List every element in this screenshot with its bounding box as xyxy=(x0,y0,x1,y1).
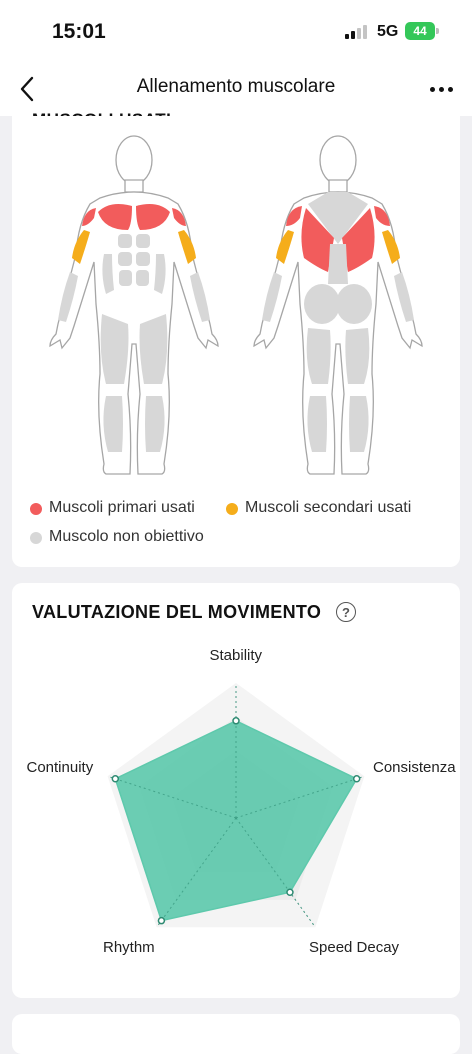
front-body-figure xyxy=(49,135,219,475)
radar-chart xyxy=(107,683,365,928)
legend-inactive-dot xyxy=(30,532,42,544)
radar-axis-label: Rhythm xyxy=(103,939,155,956)
radar-data-point xyxy=(111,775,120,783)
radar-data-point xyxy=(232,717,240,725)
radar-axis-label: Consistenza xyxy=(373,759,456,776)
radar-data-point xyxy=(352,775,361,783)
battery-tip xyxy=(436,28,439,34)
page-title: Allenamento muscolare xyxy=(136,76,336,97)
next-card xyxy=(12,1014,460,1054)
network-type: 5G xyxy=(377,23,399,40)
muscles-card: MUSCOLI USATI xyxy=(12,104,460,567)
back-body-figure xyxy=(253,135,423,475)
scroll-overlay xyxy=(12,116,460,126)
radar-axis-label: Continuity xyxy=(26,759,94,776)
legend-secondary-dot xyxy=(226,503,238,515)
radar-axis-label: Speed Decay xyxy=(309,939,400,956)
status-bar: 15:01 5G 44 xyxy=(0,0,472,62)
legend-primary-label: Muscoli primari usati xyxy=(49,499,195,516)
radar-axis-label: Stability xyxy=(209,647,263,664)
more-horizontal-icon xyxy=(430,87,435,92)
battery-level: 44 xyxy=(413,24,427,38)
radar-data-point xyxy=(157,916,166,925)
body-muscle-map xyxy=(49,135,423,475)
radar-data-point xyxy=(286,888,294,897)
legend-inactive-label: Muscolo non obiettivo xyxy=(49,528,204,545)
legend-secondary-label: Muscoli secondari usati xyxy=(245,499,412,516)
more-button[interactable] xyxy=(428,80,456,100)
battery-icon: 44 xyxy=(405,22,435,40)
signal-strength-icon xyxy=(345,25,369,39)
movement-evaluation-card: VALUTAZIONE DEL MOVIMENTO ? Stability Con… xyxy=(12,583,460,998)
legend-primary-dot xyxy=(30,503,42,515)
status-time: 15:01 xyxy=(52,20,106,43)
